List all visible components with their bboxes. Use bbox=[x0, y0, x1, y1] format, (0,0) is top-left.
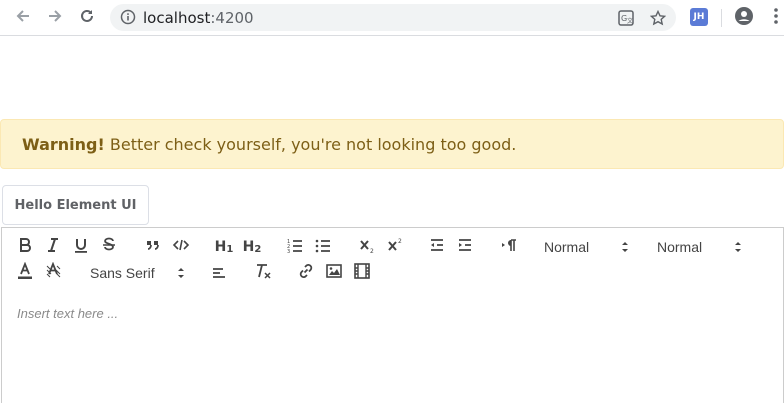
link-icon bbox=[297, 262, 315, 285]
url-text: localhost:4200 bbox=[143, 9, 254, 27]
text-direction-button[interactable] bbox=[498, 236, 520, 258]
ordered-list-button[interactable]: 123 bbox=[284, 236, 306, 258]
superscript-icon: 2 bbox=[386, 236, 404, 259]
profile-button[interactable] bbox=[732, 6, 756, 30]
header-1-label: H bbox=[214, 239, 227, 255]
subscript-icon: 2 bbox=[358, 236, 376, 259]
font-picker-label: Sans Serif bbox=[90, 265, 155, 281]
caret-up-down-icon bbox=[733, 240, 743, 257]
header-2-label: H bbox=[242, 239, 255, 255]
editor-placeholder: Insert text here ... bbox=[17, 306, 119, 321]
indent-icon bbox=[456, 236, 474, 259]
caret-up-down-icon bbox=[620, 240, 630, 257]
header-picker[interactable]: Normal bbox=[657, 236, 743, 258]
forward-button[interactable] bbox=[43, 6, 67, 30]
background-color-icon bbox=[44, 261, 62, 285]
size-picker-label: Normal bbox=[544, 239, 590, 255]
code-icon bbox=[172, 236, 190, 259]
underline-icon bbox=[72, 236, 90, 259]
video-icon bbox=[353, 262, 371, 285]
account-circle-icon bbox=[734, 6, 754, 31]
font-picker[interactable]: Sans Serif bbox=[90, 262, 186, 284]
quote-icon bbox=[144, 236, 162, 259]
arrow-right-icon bbox=[46, 7, 64, 30]
bullet-list-icon bbox=[314, 236, 332, 259]
hello-element-ui-button[interactable]: Hello Element UI bbox=[2, 185, 149, 225]
clear-format-button[interactable] bbox=[252, 262, 274, 284]
link-button[interactable] bbox=[295, 262, 317, 284]
browser-toolbar: localhost:4200 G文 JH bbox=[0, 0, 784, 36]
toolbar-divider bbox=[721, 9, 722, 27]
strike-button[interactable] bbox=[98, 236, 120, 258]
star-icon[interactable] bbox=[649, 9, 667, 27]
more-vertical-icon bbox=[773, 7, 779, 30]
superscript-button[interactable]: 2 bbox=[384, 236, 406, 258]
editor-content[interactable]: Insert text here ... bbox=[1, 292, 784, 403]
svg-text:2: 2 bbox=[370, 248, 374, 254]
italic-button[interactable] bbox=[42, 236, 64, 258]
info-icon[interactable] bbox=[120, 9, 136, 30]
bold-icon bbox=[16, 236, 34, 259]
outdent-icon bbox=[428, 236, 446, 259]
translate-icon[interactable]: G文 bbox=[617, 9, 635, 27]
reload-button[interactable] bbox=[75, 6, 99, 30]
address-bar[interactable]: localhost:4200 G文 bbox=[110, 4, 676, 31]
menu-button[interactable] bbox=[764, 6, 784, 30]
pilcrow-icon bbox=[500, 236, 518, 259]
image-icon bbox=[325, 262, 343, 285]
size-picker[interactable]: Normal bbox=[544, 236, 630, 258]
svg-text:2: 2 bbox=[398, 238, 402, 245]
svg-text:文: 文 bbox=[627, 17, 633, 25]
arrow-left-icon bbox=[14, 7, 32, 30]
align-button[interactable] bbox=[208, 262, 230, 284]
underline-button[interactable] bbox=[70, 236, 92, 258]
extension-badge-label: JH bbox=[693, 12, 705, 22]
outdent-button[interactable] bbox=[426, 236, 448, 258]
alert-title: Warning! bbox=[22, 135, 105, 154]
alert-message: Better check yourself, you're not lookin… bbox=[104, 135, 517, 154]
background-color-button[interactable] bbox=[42, 261, 64, 285]
code-block-button[interactable] bbox=[170, 236, 192, 258]
text-color-button[interactable] bbox=[14, 261, 36, 285]
ordered-list-icon: 123 bbox=[286, 236, 304, 259]
header-2-sub: 2 bbox=[254, 244, 262, 255]
header-picker-label: Normal bbox=[657, 239, 703, 255]
url-host: localhost bbox=[143, 9, 211, 27]
header-1-button[interactable]: H1 bbox=[213, 236, 235, 258]
extension-badge[interactable]: JH bbox=[690, 8, 708, 26]
header-2-button[interactable]: H2 bbox=[241, 236, 263, 258]
button-label: Hello Element UI bbox=[14, 197, 137, 213]
italic-icon bbox=[44, 236, 62, 259]
video-button[interactable] bbox=[351, 262, 373, 284]
align-left-icon bbox=[210, 262, 228, 285]
text-color-icon bbox=[16, 261, 34, 285]
clear-format-icon bbox=[254, 262, 272, 285]
header-1-sub: 1 bbox=[226, 244, 234, 255]
bullet-list-button[interactable] bbox=[312, 236, 334, 258]
caret-up-down-icon bbox=[176, 266, 186, 283]
url-port: :4200 bbox=[210, 9, 254, 27]
image-button[interactable] bbox=[323, 262, 345, 284]
subscript-button[interactable]: 2 bbox=[356, 236, 378, 258]
strikethrough-icon bbox=[100, 236, 118, 259]
reload-icon bbox=[78, 7, 96, 30]
bold-button[interactable] bbox=[14, 236, 36, 258]
blockquote-button[interactable] bbox=[142, 236, 164, 258]
warning-alert: Warning! Better check yourself, you're n… bbox=[0, 119, 784, 169]
svg-text:3: 3 bbox=[287, 249, 290, 254]
editor-toolbar: H1 H2 123 2 2 Normal Normal Sans Serif bbox=[1, 227, 784, 293]
back-button[interactable] bbox=[11, 6, 35, 30]
indent-button[interactable] bbox=[454, 236, 476, 258]
